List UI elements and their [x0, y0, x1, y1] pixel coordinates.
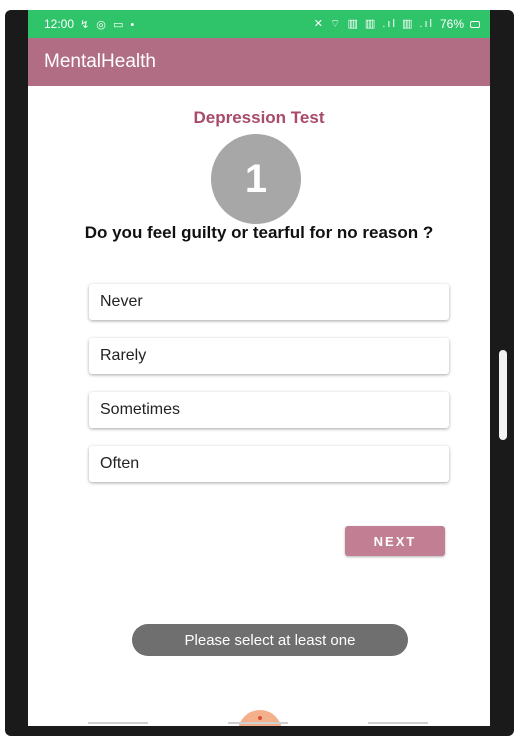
question-text: Do you feel guilty or tearful for no rea…	[84, 223, 434, 242]
battery-icon	[470, 20, 480, 28]
option-label: Never	[100, 293, 143, 310]
next-button[interactable]: NEXT	[345, 526, 445, 556]
bottom-nav-strip	[88, 722, 428, 726]
nav-divider	[368, 722, 428, 724]
scrollbar-handle[interactable]	[499, 350, 507, 440]
option-often[interactable]: Often	[89, 446, 449, 482]
app-title: MentalHealth	[44, 51, 156, 72]
test-title: Depression Test	[193, 108, 325, 127]
status-time: 12:00	[44, 17, 75, 31]
nav-divider	[88, 722, 148, 724]
question-number: 1	[244, 156, 268, 201]
question-number-circle: 1	[211, 134, 301, 224]
nav-divider	[228, 722, 288, 724]
notification-icons: ↯ ◎ ▭ •	[80, 18, 137, 31]
status-left: 12:00 ↯ ◎ ▭ •	[44, 17, 136, 31]
battery-level: 76%	[439, 17, 464, 31]
toast-text: Please select at least one	[184, 631, 356, 649]
phone-screen: 12:00 ↯ ◎ ▭ • ✕ ⌔ ▥ ▥ .ıl ▥ .ıl 76% Ment…	[28, 10, 490, 726]
next-button-label: NEXT	[373, 533, 417, 549]
option-label: Sometimes	[100, 401, 181, 418]
option-sometimes[interactable]: Sometimes	[89, 392, 449, 428]
app-bar: MentalHealth	[28, 38, 490, 86]
status-bar: 12:00 ↯ ◎ ▭ • ✕ ⌔ ▥ ▥ .ıl ▥ .ıl 76%	[28, 10, 490, 38]
option-rarely[interactable]: Rarely	[89, 338, 449, 374]
status-right: ✕ ⌔ ▥ ▥ .ıl ▥ .ıl 76%	[314, 17, 480, 31]
option-label: Often	[100, 455, 140, 472]
option-never[interactable]: Never	[89, 284, 449, 320]
signal-icons: ✕ ⌔ ▥ ▥ .ıl ▥ .ıl	[313, 18, 434, 30]
device-frame: 12:00 ↯ ◎ ▭ • ✕ ⌔ ▥ ▥ .ıl ▥ .ıl 76% Ment…	[5, 10, 514, 736]
toast-message: Please select at least one	[132, 624, 408, 656]
option-label: Rarely	[100, 347, 147, 364]
